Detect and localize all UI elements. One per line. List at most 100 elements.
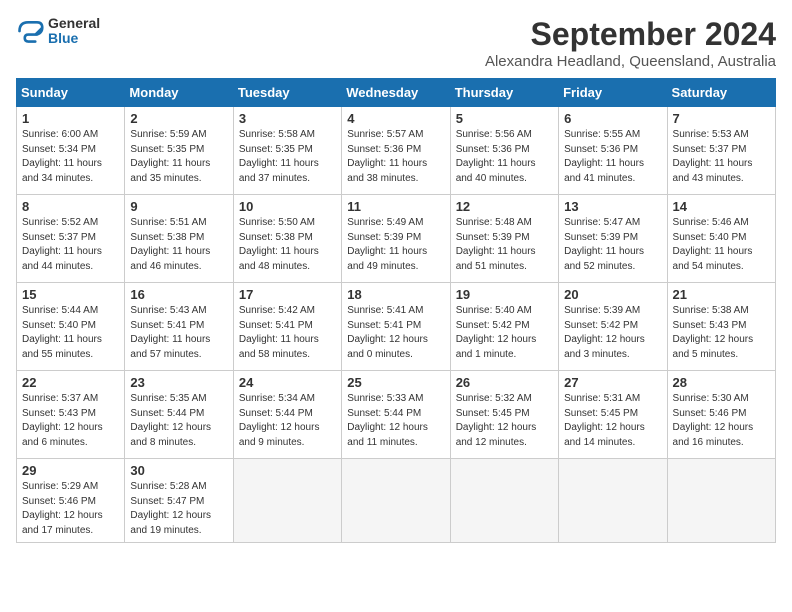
calendar-cell: 25Sunrise: 5:33 AM Sunset: 5:44 PM Dayli…: [342, 371, 450, 459]
col-header-friday: Friday: [559, 79, 667, 107]
calendar-cell: 14 Sunrise: 5:46 AM Sunset: 5:40 PM Dayli…: [667, 195, 775, 283]
calendar-cell: 26Sunrise: 5:32 AM Sunset: 5:45 PM Dayli…: [450, 371, 558, 459]
day-number: 12: [456, 199, 553, 214]
calendar-cell: 3Sunrise: 5:58 AM Sunset: 5:35 PM Daylig…: [233, 107, 341, 195]
calendar-cell: 28 Sunrise: 5:30 AM Sunset: 5:46 PM Dayli…: [667, 371, 775, 459]
logo-line1: General: [48, 16, 100, 31]
calendar-cell: 27 Sunrise: 5:31 AM Sunset: 5:45 PM Dayli…: [559, 371, 667, 459]
calendar-cell: 29 Sunrise: 5:29 AM Sunset: 5:46 PM Dayli…: [17, 459, 125, 543]
week-row-4: 22Sunrise: 5:37 AM Sunset: 5:43 PM Dayli…: [17, 371, 776, 459]
day-number: 30: [130, 463, 227, 478]
day-number: 29: [22, 463, 119, 478]
day-info: Sunrise: 5:39 AM Sunset: 5:42 PM Dayligh…: [564, 304, 661, 362]
day-number: 20: [564, 287, 661, 302]
day-number: 24: [239, 375, 336, 390]
col-header-saturday: Saturday: [667, 79, 775, 107]
calendar-cell: [559, 459, 667, 543]
day-info: Sunrise: 5:51 AM Sunset: 5:38 PM Dayligh…: [130, 216, 227, 274]
calendar-cell: 5 Sunrise: 5:56 AM Sunset: 5:36 PM Daylig…: [450, 107, 558, 195]
day-info: Sunrise: 5:28 AM Sunset: 5:47 PM Dayligh…: [130, 480, 227, 538]
day-number: 13: [564, 199, 661, 214]
calendar-cell: 24 Sunrise: 5:34 AM Sunset: 5:44 PM Dayli…: [233, 371, 341, 459]
title-block: September 2024 Alexandra Headland, Queen…: [485, 16, 776, 70]
day-info: Sunrise: 5:31 AM Sunset: 5:45 PM Dayligh…: [564, 392, 661, 450]
col-header-monday: Monday: [125, 79, 233, 107]
day-info: Sunrise: 5:41 AM Sunset: 5:41 PM Dayligh…: [347, 304, 444, 362]
day-info: Sunrise: 5:55 AM Sunset: 5:36 PM Dayligh…: [564, 128, 661, 186]
calendar-cell: 11 Sunrise: 5:49 AM Sunset: 5:39 PM Dayli…: [342, 195, 450, 283]
day-number: 10: [239, 199, 336, 214]
day-info: Sunrise: 5:52 AM Sunset: 5:37 PM Dayligh…: [22, 216, 119, 274]
calendar-header-row: SundayMondayTuesdayWednesdayThursdayFrid…: [17, 79, 776, 107]
day-number: 14: [673, 199, 770, 214]
calendar-cell: 20 Sunrise: 5:39 AM Sunset: 5:42 PM Dayli…: [559, 283, 667, 371]
day-number: 9: [130, 199, 227, 214]
calendar-cell: [342, 459, 450, 543]
calendar-cell: 19Sunrise: 5:40 AM Sunset: 5:42 PM Dayli…: [450, 283, 558, 371]
logo-line2: Blue: [48, 31, 100, 46]
day-info: Sunrise: 5:37 AM Sunset: 5:43 PM Dayligh…: [22, 392, 119, 450]
day-number: 8: [22, 199, 119, 214]
calendar-cell: 17 Sunrise: 5:42 AM Sunset: 5:41 PM Dayli…: [233, 283, 341, 371]
day-info: Sunrise: 5:56 AM Sunset: 5:36 PM Dayligh…: [456, 128, 553, 186]
day-info: Sunrise: 5:49 AM Sunset: 5:39 PM Dayligh…: [347, 216, 444, 274]
calendar-cell: 18 Sunrise: 5:41 AM Sunset: 5:41 PM Dayli…: [342, 283, 450, 371]
week-row-5: 29 Sunrise: 5:29 AM Sunset: 5:46 PM Dayli…: [17, 459, 776, 543]
day-number: 18: [347, 287, 444, 302]
week-row-2: 8 Sunrise: 5:52 AM Sunset: 5:37 PM Daylig…: [17, 195, 776, 283]
day-number: 28: [673, 375, 770, 390]
day-info: Sunrise: 5:35 AM Sunset: 5:44 PM Dayligh…: [130, 392, 227, 450]
day-number: 3: [239, 111, 336, 126]
calendar-cell: [667, 459, 775, 543]
week-row-3: 15 Sunrise: 5:44 AM Sunset: 5:40 PM Dayli…: [17, 283, 776, 371]
calendar-cell: 4Sunrise: 5:57 AM Sunset: 5:36 PM Daylig…: [342, 107, 450, 195]
month-title: September 2024: [485, 16, 776, 53]
day-info: Sunrise: 5:50 AM Sunset: 5:38 PM Dayligh…: [239, 216, 336, 274]
day-number: 11: [347, 199, 444, 214]
calendar-cell: 7Sunrise: 5:53 AM Sunset: 5:37 PM Daylig…: [667, 107, 775, 195]
day-number: 2: [130, 111, 227, 126]
calendar-cell: [450, 459, 558, 543]
day-info: Sunrise: 5:43 AM Sunset: 5:41 PM Dayligh…: [130, 304, 227, 362]
day-number: 17: [239, 287, 336, 302]
day-number: 15: [22, 287, 119, 302]
calendar-cell: 22Sunrise: 5:37 AM Sunset: 5:43 PM Dayli…: [17, 371, 125, 459]
day-info: Sunrise: 5:34 AM Sunset: 5:44 PM Dayligh…: [239, 392, 336, 450]
logo: General Blue: [16, 16, 100, 47]
day-number: 19: [456, 287, 553, 302]
day-info: Sunrise: 5:38 AM Sunset: 5:43 PM Dayligh…: [673, 304, 770, 362]
col-header-sunday: Sunday: [17, 79, 125, 107]
calendar-body: 1Sunrise: 6:00 AM Sunset: 5:34 PM Daylig…: [17, 107, 776, 543]
calendar-cell: 2 Sunrise: 5:59 AM Sunset: 5:35 PM Daylig…: [125, 107, 233, 195]
calendar-cell: 8 Sunrise: 5:52 AM Sunset: 5:37 PM Daylig…: [17, 195, 125, 283]
day-info: Sunrise: 5:30 AM Sunset: 5:46 PM Dayligh…: [673, 392, 770, 450]
calendar-cell: 1Sunrise: 6:00 AM Sunset: 5:34 PM Daylig…: [17, 107, 125, 195]
day-number: 16: [130, 287, 227, 302]
calendar-cell: 15 Sunrise: 5:44 AM Sunset: 5:40 PM Dayli…: [17, 283, 125, 371]
day-info: Sunrise: 5:44 AM Sunset: 5:40 PM Dayligh…: [22, 304, 119, 362]
day-info: Sunrise: 5:47 AM Sunset: 5:39 PM Dayligh…: [564, 216, 661, 274]
day-info: Sunrise: 5:29 AM Sunset: 5:46 PM Dayligh…: [22, 480, 119, 538]
calendar-cell: 13 Sunrise: 5:47 AM Sunset: 5:39 PM Dayli…: [559, 195, 667, 283]
calendar-cell: 16 Sunrise: 5:43 AM Sunset: 5:41 PM Dayli…: [125, 283, 233, 371]
day-info: Sunrise: 5:48 AM Sunset: 5:39 PM Dayligh…: [456, 216, 553, 274]
day-number: 21: [673, 287, 770, 302]
logo-icon: [16, 17, 44, 45]
location-title: Alexandra Headland, Queensland, Australi…: [485, 53, 776, 70]
calendar-cell: [233, 459, 341, 543]
day-number: 7: [673, 111, 770, 126]
calendar-table: SundayMondayTuesdayWednesdayThursdayFrid…: [16, 78, 776, 543]
day-number: 4: [347, 111, 444, 126]
day-info: Sunrise: 5:42 AM Sunset: 5:41 PM Dayligh…: [239, 304, 336, 362]
day-number: 5: [456, 111, 553, 126]
day-info: Sunrise: 5:59 AM Sunset: 5:35 PM Dayligh…: [130, 128, 227, 186]
col-header-tuesday: Tuesday: [233, 79, 341, 107]
day-info: Sunrise: 5:46 AM Sunset: 5:40 PM Dayligh…: [673, 216, 770, 274]
day-number: 27: [564, 375, 661, 390]
logo-text: General Blue: [48, 16, 100, 47]
day-number: 23: [130, 375, 227, 390]
calendar-cell: 6Sunrise: 5:55 AM Sunset: 5:36 PM Daylig…: [559, 107, 667, 195]
day-number: 25: [347, 375, 444, 390]
calendar-cell: 30 Sunrise: 5:28 AM Sunset: 5:47 PM Dayli…: [125, 459, 233, 543]
day-number: 1: [22, 111, 119, 126]
